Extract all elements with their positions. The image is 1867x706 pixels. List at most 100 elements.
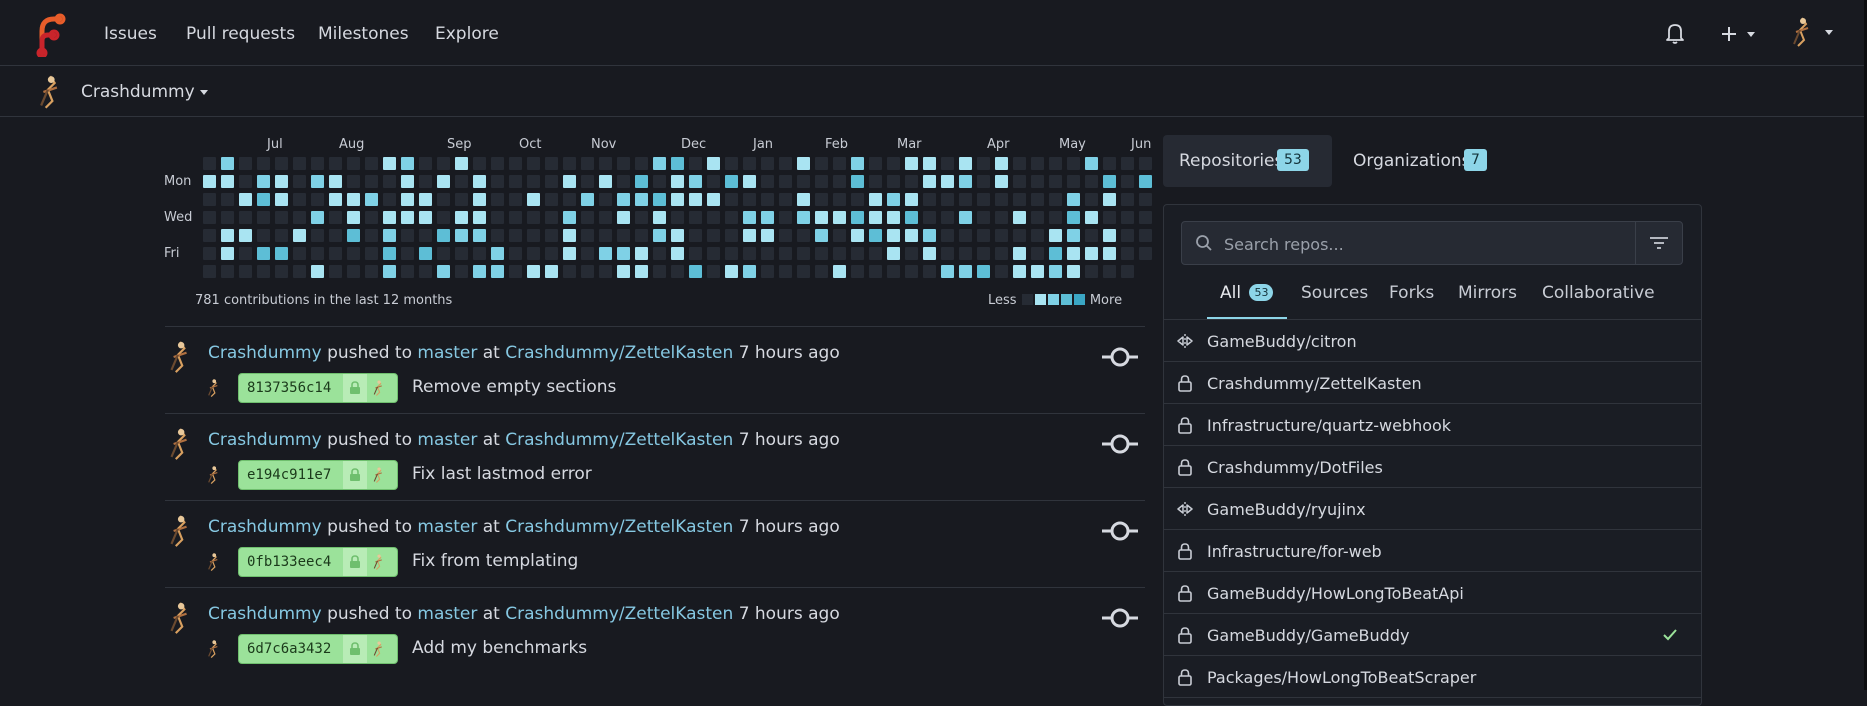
- heatmap-cell[interactable]: [941, 157, 954, 170]
- heatmap-cell[interactable]: [1139, 175, 1152, 188]
- heatmap-cell[interactable]: [347, 157, 360, 170]
- heatmap-cell[interactable]: [401, 247, 414, 260]
- heatmap-cell[interactable]: [671, 247, 684, 260]
- heatmap-cell[interactable]: [815, 247, 828, 260]
- forgejo-logo-icon[interactable]: [34, 13, 66, 57]
- heatmap-cell[interactable]: [509, 265, 522, 278]
- heatmap-cell[interactable]: [1049, 265, 1062, 278]
- heatmap-cell[interactable]: [617, 193, 630, 206]
- heatmap-cell[interactable]: [869, 193, 882, 206]
- heatmap-cell[interactable]: [617, 247, 630, 260]
- heatmap-cell[interactable]: [977, 157, 990, 170]
- heatmap-cell[interactable]: [527, 193, 540, 206]
- heatmap-cell[interactable]: [437, 193, 450, 206]
- heatmap-cell[interactable]: [887, 211, 900, 224]
- heatmap-cell[interactable]: [1121, 265, 1134, 278]
- heatmap-cell[interactable]: [1031, 247, 1044, 260]
- heatmap-cell[interactable]: [455, 175, 468, 188]
- heatmap-cell[interactable]: [311, 157, 324, 170]
- heatmap-cell[interactable]: [329, 265, 342, 278]
- heatmap-cell[interactable]: [311, 175, 324, 188]
- heatmap-cell[interactable]: [347, 193, 360, 206]
- heatmap-cell[interactable]: [347, 265, 360, 278]
- heatmap-cell[interactable]: [923, 193, 936, 206]
- heatmap-cell[interactable]: [527, 247, 540, 260]
- heatmap-cell[interactable]: [635, 247, 648, 260]
- feed-repo-link[interactable]: Crashdummy/ZettelKasten: [505, 517, 733, 537]
- heatmap-cell[interactable]: [833, 175, 846, 188]
- commit-message[interactable]: Remove empty sections: [412, 377, 616, 397]
- heatmap-cell[interactable]: [1013, 229, 1026, 242]
- heatmap-cell[interactable]: [347, 175, 360, 188]
- heatmap-cell[interactable]: [1067, 229, 1080, 242]
- heatmap-cell[interactable]: [329, 247, 342, 260]
- heatmap-cell[interactable]: [851, 247, 864, 260]
- feed-branch-link[interactable]: master: [417, 604, 477, 624]
- feed-branch-link[interactable]: master: [417, 517, 477, 537]
- heatmap-cell[interactable]: [293, 211, 306, 224]
- heatmap-cell[interactable]: [257, 229, 270, 242]
- heatmap-cell[interactable]: [581, 265, 594, 278]
- heatmap-cell[interactable]: [293, 229, 306, 242]
- heatmap-cell[interactable]: [635, 229, 648, 242]
- heatmap-cell[interactable]: [851, 211, 864, 224]
- heatmap-cell[interactable]: [707, 265, 720, 278]
- heatmap-cell[interactable]: [797, 211, 810, 224]
- heatmap-cell[interactable]: [455, 229, 468, 242]
- heatmap-cell[interactable]: [545, 265, 558, 278]
- heatmap-cell[interactable]: [635, 193, 648, 206]
- heatmap-cell[interactable]: [1013, 175, 1026, 188]
- heatmap-cell[interactable]: [383, 175, 396, 188]
- heatmap-cell[interactable]: [1139, 157, 1152, 170]
- heatmap-cell[interactable]: [959, 265, 972, 278]
- heatmap-cell[interactable]: [1031, 175, 1044, 188]
- heatmap-cell[interactable]: [725, 229, 738, 242]
- heatmap-cell[interactable]: [509, 211, 522, 224]
- feed-user-link[interactable]: Crashdummy: [208, 517, 322, 537]
- subtab-collaborative[interactable]: Collaborative: [1542, 283, 1655, 303]
- heatmap-cell[interactable]: [401, 193, 414, 206]
- heatmap-cell[interactable]: [959, 157, 972, 170]
- heatmap-cell[interactable]: [599, 265, 612, 278]
- heatmap-cell[interactable]: [473, 175, 486, 188]
- heatmap-cell[interactable]: [1049, 247, 1062, 260]
- heatmap-cell[interactable]: [797, 229, 810, 242]
- feed-repo-link[interactable]: Crashdummy/ZettelKasten: [505, 343, 733, 363]
- heatmap-cell[interactable]: [473, 157, 486, 170]
- heatmap-cell[interactable]: [437, 247, 450, 260]
- heatmap-cell[interactable]: [203, 193, 216, 206]
- heatmap-cell[interactable]: [905, 175, 918, 188]
- heatmap-cell[interactable]: [779, 265, 792, 278]
- heatmap-cell[interactable]: [419, 229, 432, 242]
- avatar[interactable]: [165, 426, 193, 462]
- heatmap-cell[interactable]: [1103, 193, 1116, 206]
- heatmap-cell[interactable]: [743, 193, 756, 206]
- heatmap-cell[interactable]: [761, 175, 774, 188]
- heatmap-cell[interactable]: [635, 265, 648, 278]
- heatmap-cell[interactable]: [671, 229, 684, 242]
- heatmap-cell[interactable]: [311, 247, 324, 260]
- heatmap-cell[interactable]: [869, 157, 882, 170]
- heatmap-cell[interactable]: [1085, 175, 1098, 188]
- heatmap-cell[interactable]: [239, 265, 252, 278]
- heatmap-cell[interactable]: [833, 247, 846, 260]
- repo-list-item[interactable]: GameBuddy/ryujinx: [1164, 488, 1701, 530]
- heatmap-cell[interactable]: [1085, 157, 1098, 170]
- heatmap-cell[interactable]: [959, 229, 972, 242]
- heatmap-cell[interactable]: [581, 157, 594, 170]
- heatmap-cell[interactable]: [653, 193, 666, 206]
- heatmap-cell[interactable]: [779, 157, 792, 170]
- heatmap-cell[interactable]: [221, 193, 234, 206]
- heatmap-cell[interactable]: [545, 247, 558, 260]
- heatmap-cell[interactable]: [779, 211, 792, 224]
- heatmap-cell[interactable]: [1103, 157, 1116, 170]
- heatmap-cell[interactable]: [329, 157, 342, 170]
- heatmap-cell[interactable]: [383, 229, 396, 242]
- heatmap-cell[interactable]: [689, 193, 702, 206]
- heatmap-cell[interactable]: [527, 175, 540, 188]
- commit-message[interactable]: Add my benchmarks: [412, 638, 587, 658]
- heatmap-cell[interactable]: [1103, 229, 1116, 242]
- subtab-forks[interactable]: Forks: [1389, 283, 1434, 303]
- heatmap-cell[interactable]: [833, 157, 846, 170]
- heatmap-cell[interactable]: [383, 265, 396, 278]
